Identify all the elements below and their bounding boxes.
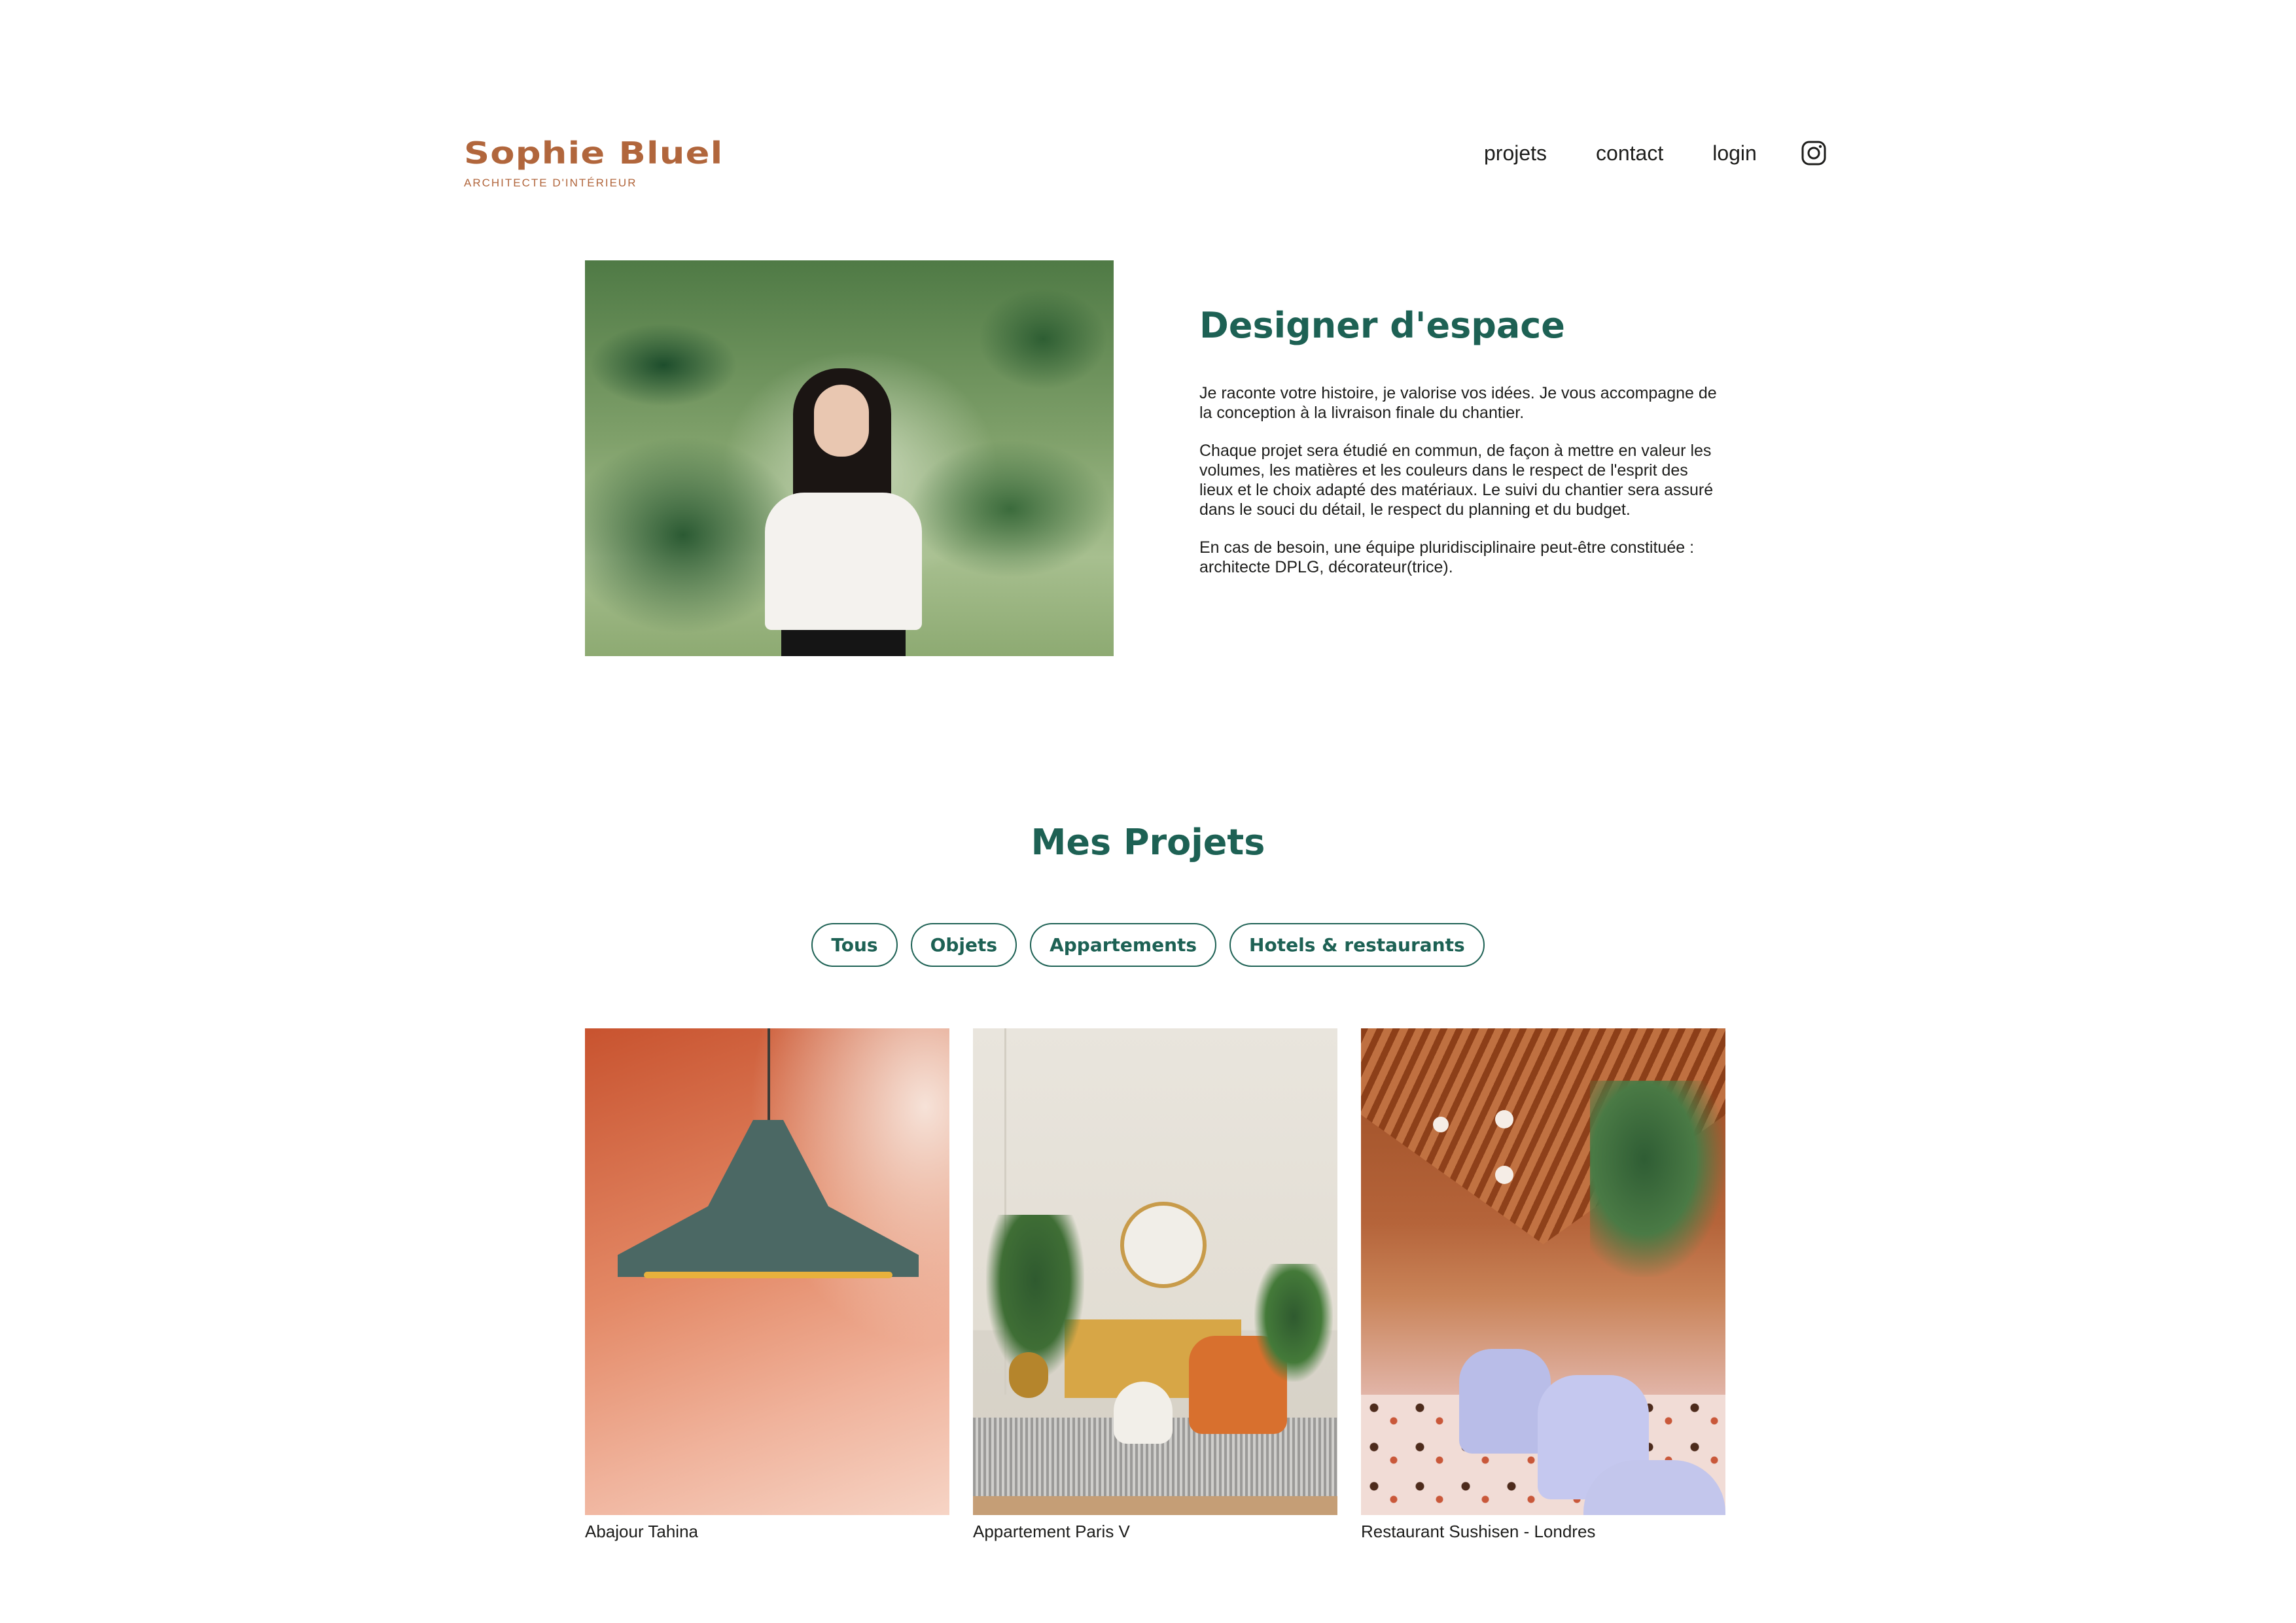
room-vase [1009,1352,1048,1398]
portrait-shirt [765,493,922,630]
project-image-lamp [585,1028,949,1515]
brand-name: Sophie Bluel [464,135,724,171]
portrait-photo [585,260,1114,656]
intro-section: Designer d'espace Je raconte votre histo… [1199,302,1723,595]
lamp-shade [618,1120,919,1277]
intro-paragraph: Je raconte votre histoire, je valorise v… [1199,384,1717,422]
portrait-face [814,385,869,457]
filter-appartements-button[interactable]: Appartements [1030,923,1217,967]
filter-objets-button[interactable]: Objets [910,923,1017,967]
nav-login-link[interactable]: login [1712,139,1757,167]
resto-plants [1590,1081,1725,1277]
lamp-glow [644,1272,892,1278]
filter-bar: Tous Objets Appartements Hotels & restau… [0,923,2296,967]
resto-lamp [1495,1110,1513,1128]
project-image-apartment [973,1028,1337,1515]
intro-paragraph: En cas de besoin, une équipe pluridiscip… [1199,538,1695,576]
filter-hotels-restaurants-button[interactable]: Hotels & restaurants [1229,923,1485,967]
project-caption: Appartement Paris V [973,1522,1130,1541]
lamp-cord [768,1028,770,1120]
resto-lamp [1433,1117,1449,1132]
projects-title: Mes Projets [1031,822,1265,863]
project-card[interactable]: Abajour Tahina [585,1028,949,1541]
nav-projets-link[interactable]: projets [1484,139,1547,167]
room-plant [1254,1264,1333,1382]
main-nav: projets contact login [1484,139,1827,167]
project-card[interactable]: Appartement Paris V [973,1028,1337,1541]
room-mirror [1120,1202,1207,1288]
instagram-icon[interactable] [1801,140,1827,166]
resto-chair [1459,1349,1551,1454]
brand-subtitle: ARCHITECTE D'INTÉRIEUR [464,177,637,189]
project-gallery: Abajour Tahina Appartement Paris V Resta… [585,1028,1725,1541]
nav-contact-link[interactable]: contact [1596,139,1663,167]
intro-body: Je raconte votre histoire, je valorise v… [1199,383,1723,577]
brand-logo[interactable]: Sophie Bluel ARCHITECTE D'INTÉRIEUR [464,135,722,190]
intro-paragraph: Chaque projet sera étudié en commun, de … [1199,442,1714,519]
intro-title: Designer d'espace [1199,305,1565,346]
project-card[interactable]: Restaurant Sushisen - Londres [1361,1028,1725,1541]
filter-tous-button[interactable]: Tous [811,923,898,967]
portrait-pants [781,630,906,656]
resto-lamp [1495,1166,1513,1184]
page: Sophie Bluel ARCHITECTE D'INTÉRIEUR proj… [0,0,2296,1623]
room-pouf [1114,1382,1173,1444]
project-caption: Abajour Tahina [585,1522,698,1541]
project-caption: Restaurant Sushisen - Londres [1361,1522,1596,1541]
room-floor [973,1496,1337,1515]
project-image-restaurant [1361,1028,1725,1515]
